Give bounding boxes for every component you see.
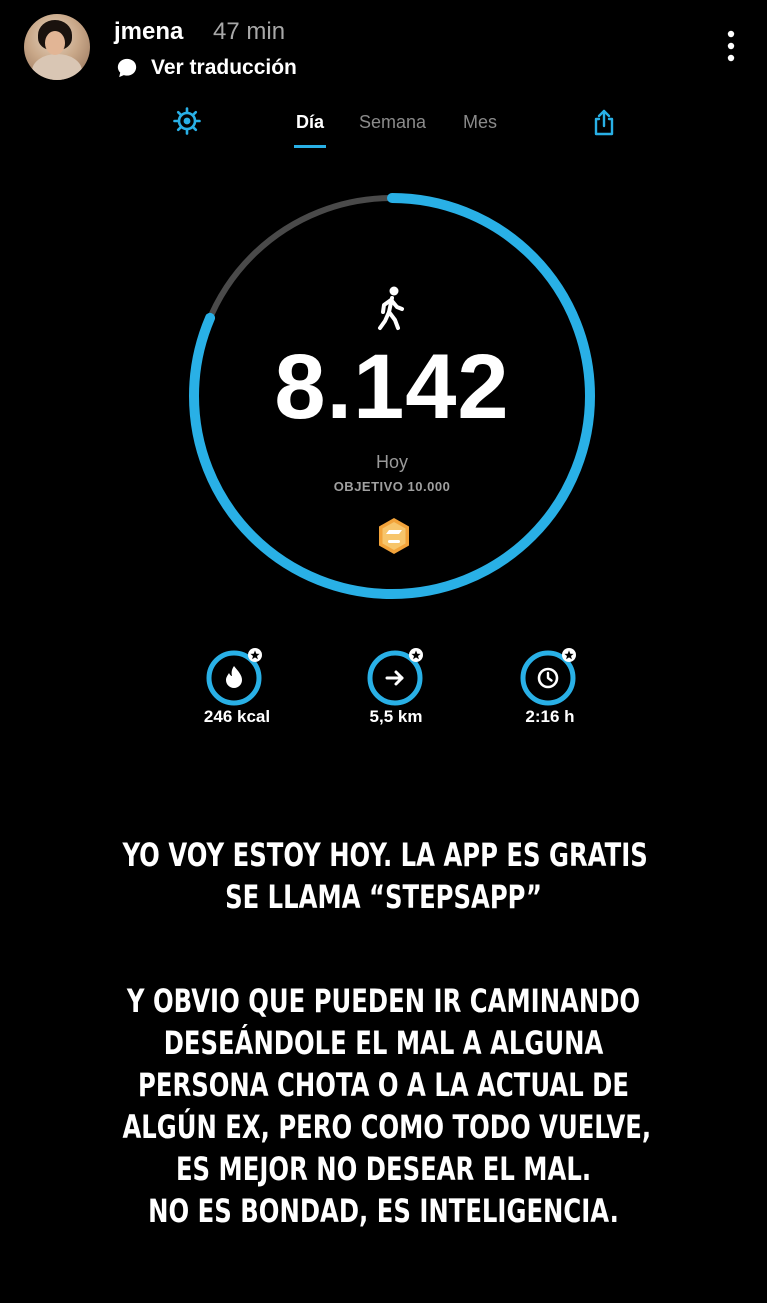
today-label: Hoy — [375, 452, 408, 472]
distance-value: 5,5 km — [369, 707, 423, 726]
caption-line: YO VOY ESTOY HOY. LA APP ES GRATIS — [122, 836, 648, 874]
active-tab-indicator — [294, 145, 326, 148]
caption-line: Y OBVIO QUE PUEDEN IR CAMINANDO — [126, 982, 641, 1020]
tab-day[interactable]: Día — [296, 112, 324, 133]
speech-bubble-icon — [117, 58, 137, 78]
avatar-body — [32, 54, 82, 80]
step-count: 8.142 — [274, 336, 510, 438]
tab-week[interactable]: Semana — [359, 112, 426, 133]
username[interactable]: jmena — [114, 18, 183, 46]
tab-month[interactable]: Mes — [463, 112, 497, 133]
caption-line: SE LLAMA “STEPSAPP” — [225, 878, 542, 916]
translate-button[interactable]: Ver traducción — [116, 56, 297, 80]
walking-person-icon — [378, 286, 404, 330]
flame-icon[interactable] — [205, 645, 267, 707]
translate-label: Ver traducción — [151, 56, 297, 79]
post-time: 47 min — [213, 18, 286, 45]
caption-line: PERSONA CHOTA O A LA ACTUAL DE — [138, 1066, 629, 1104]
more-options-icon[interactable] — [718, 28, 744, 64]
caption-line: ES MEJOR NO DESEAR EL MAL. — [175, 1150, 592, 1188]
avatar[interactable] — [24, 14, 90, 80]
gear-icon[interactable] — [172, 106, 202, 136]
clock-icon[interactable] — [519, 645, 581, 707]
arrow-right-icon[interactable] — [366, 645, 428, 707]
calories-value: 246 kcal — [203, 707, 271, 726]
avatar-face — [45, 31, 65, 55]
story-header: jmena 47 min Ver traducción — [24, 14, 749, 84]
caption-line: NO ES BONDAD, ES INTELIGENCIA. — [148, 1192, 619, 1230]
caption-paragraph-1: YO VOY ESTOY HOY. LA APP ES GRATIS SE LL… — [122, 834, 648, 918]
caption-line: DESEÁNDOLE EL MAL A ALGUNA — [163, 1024, 604, 1062]
duration-value: 2:16 h — [525, 707, 575, 726]
caption-paragraph-2: Y OBVIO QUE PUEDEN IR CAMINANDO DESEÁNDO… — [122, 980, 652, 1232]
caption-line: ALGÚN EX, PERO COMO TODO VUELVE, — [122, 1108, 652, 1146]
share-icon[interactable] — [589, 108, 619, 138]
goal-label: OBJETIVO 10.000 — [333, 479, 451, 494]
achievement-badge-icon[interactable] — [377, 517, 411, 555]
